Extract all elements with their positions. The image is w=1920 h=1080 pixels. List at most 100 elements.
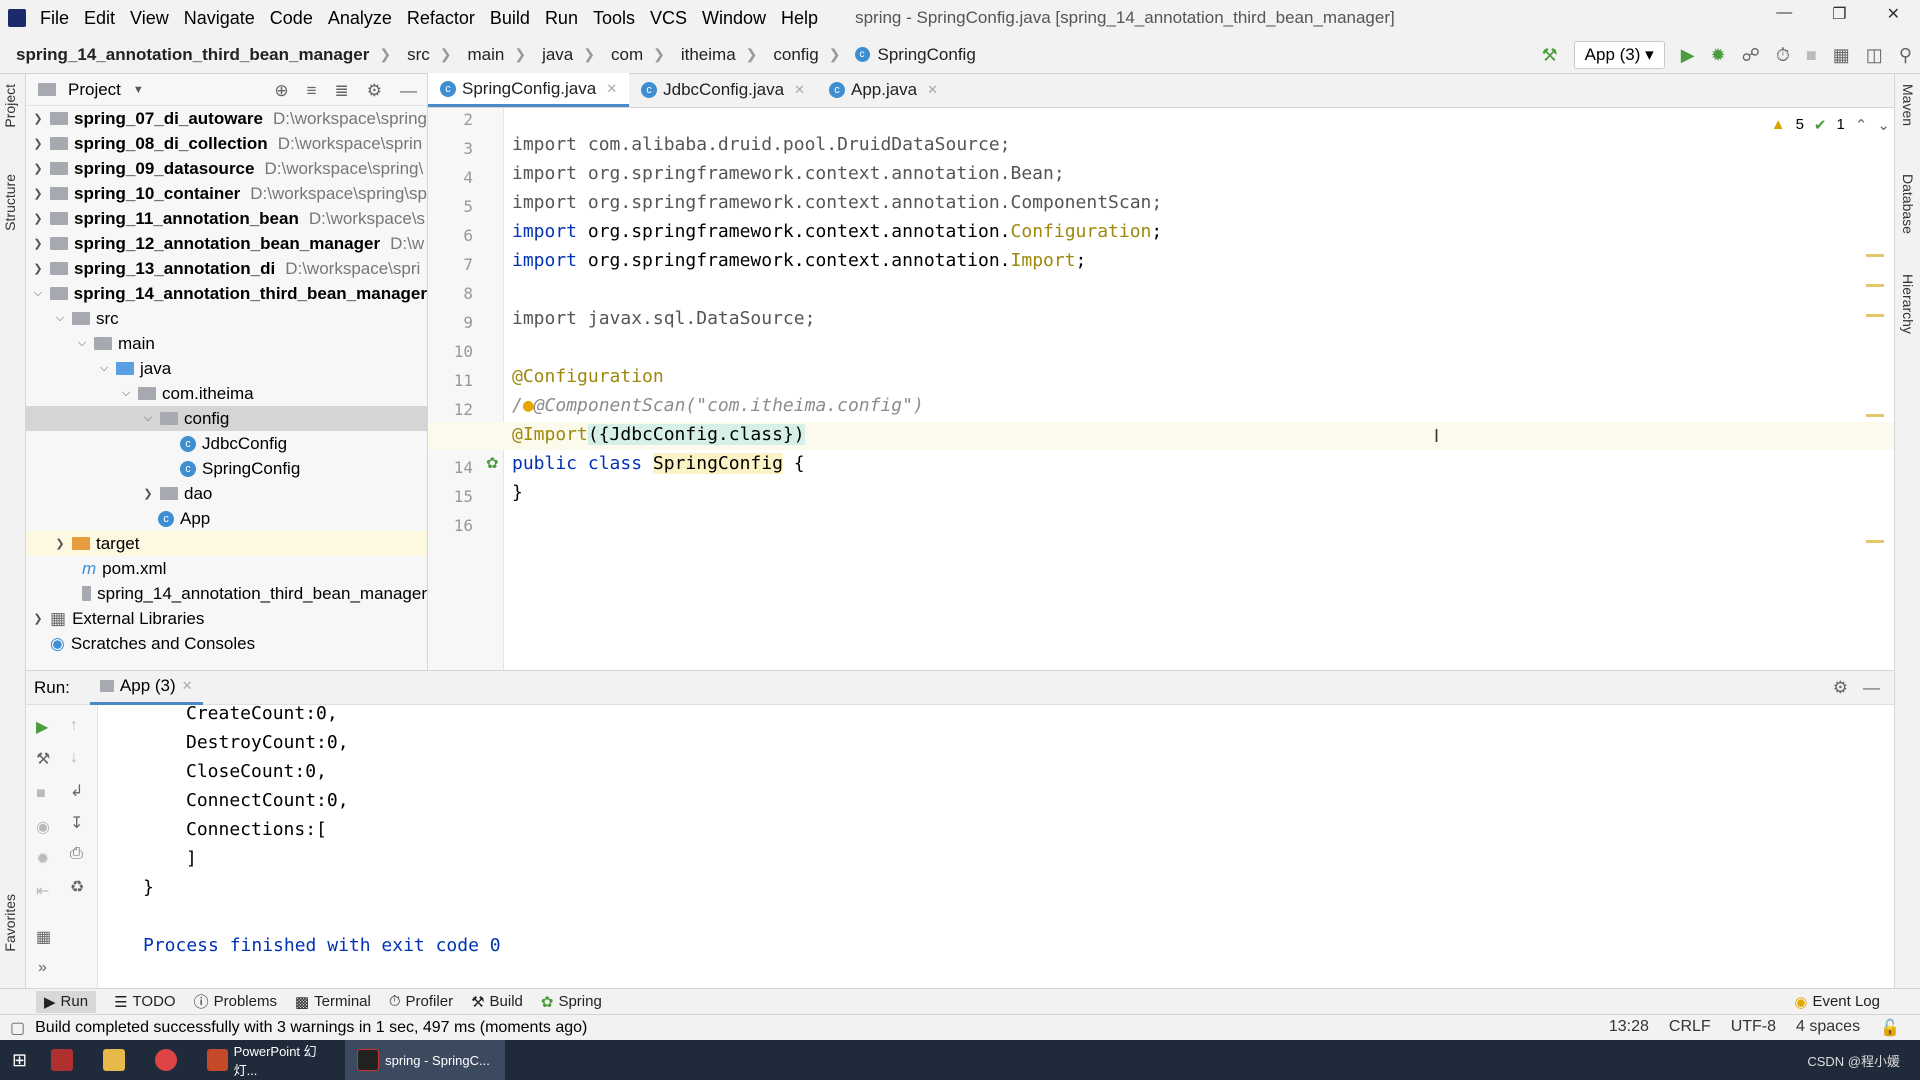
scrollbar-marker[interactable] [1866,254,1884,257]
tree-item-selected[interactable]: ⌵ config [26,406,427,431]
chevron-down-icon[interactable]: ⌵ [118,387,134,400]
console-output[interactable]: CreateCount:0, DestroyCount:0, CloseCoun… [116,703,1816,989]
menu-analyze[interactable]: Analyze [328,8,392,29]
layout-icon[interactable]: ◫ [1866,45,1883,66]
chevron-right-icon[interactable]: ❯ [30,112,46,125]
menu-edit[interactable]: Edit [84,8,115,29]
lock-icon[interactable]: 🔓 [1880,1018,1900,1038]
search-icon[interactable]: ⚲ [1899,45,1912,66]
expand-all-icon[interactable]: ≡ [307,81,317,101]
project-view-select[interactable]: Project [68,80,121,100]
breadcrumb-springconfig[interactable]: SpringConfig [878,45,976,65]
project-tool-tab[interactable]: Project [2,84,18,128]
tree-item[interactable]: ◉ Scratches and Consoles [26,631,427,656]
hierarchy-tool-tab[interactable]: Hierarchy [1900,274,1916,334]
chevron-right-icon[interactable]: ❯ [30,612,46,625]
chevron-down-icon[interactable]: ⌵ [74,337,90,350]
tool-tab-spring[interactable]: ✿ Spring [541,993,602,1011]
wrench-icon[interactable]: ⚒ [36,749,50,769]
menu-navigate[interactable]: Navigate [184,8,255,29]
chevron-right-icon[interactable]: ❯ [52,537,68,550]
status-toggle-icon[interactable]: ▢ [10,1018,25,1038]
menu-window[interactable]: Window [702,8,766,29]
tree-item[interactable]: spring_14_annotation_third_bean_manager [26,581,427,606]
menu-code[interactable]: Code [270,8,313,29]
caret-position[interactable]: 13:28 [1609,1018,1649,1038]
menu-tools[interactable]: Tools [593,8,635,29]
build-hammer-icon[interactable]: ⚒ [1542,45,1558,66]
file-encoding[interactable]: UTF-8 [1731,1018,1776,1038]
project-structure-icon[interactable]: ▦ [1833,45,1850,66]
debug-icon[interactable]: ✹ [1711,45,1726,66]
lightbulb-icon[interactable]: ● [523,395,534,416]
tab-jdbcconfig[interactable]: c JdbcConfig.java ✕ [629,73,817,107]
chevron-right-icon[interactable]: ❯ [30,262,46,275]
start-button[interactable]: ⊞ [0,1040,39,1080]
close-icon[interactable]: ✕ [927,82,938,98]
tree-item[interactable]: m pom.xml [26,556,427,581]
breadcrumb-project[interactable]: spring_14_annotation_third_bean_manager [16,45,369,65]
menu-refactor[interactable]: Refactor [407,8,475,29]
tree-item[interactable]: c SpringConfig [26,456,427,481]
tree-item[interactable]: ❯ ▦ External Libraries [26,606,427,631]
locate-icon[interactable]: ⊕ [274,81,288,101]
tool-tab-run[interactable]: ▶ Run [36,990,97,1013]
scrollbar-marker[interactable] [1866,414,1884,417]
database-tool-tab[interactable]: Database [1900,174,1916,234]
tool-tab-event-log[interactable]: ◉ Event Log [1794,993,1880,1011]
chevron-right-icon[interactable]: ❯ [30,187,46,200]
chevron-right-icon[interactable]: ❯ [30,137,46,150]
tree-item[interactable]: ⌵ src [26,306,427,331]
tab-springconfig[interactable]: c SpringConfig.java ✕ [428,73,630,107]
exit-icon[interactable]: ⇤ [36,881,49,901]
tree-item[interactable]: ❯ spring_08_di_collection D:\workspace\spr… [26,131,427,156]
menu-build[interactable]: Build [490,8,530,29]
breadcrumb-config[interactable]: config [773,45,818,65]
menu-view[interactable]: View [130,8,169,29]
taskbar-app[interactable] [39,1040,91,1080]
tree-item[interactable]: ⌵ com.itheima [26,381,427,406]
close-icon[interactable]: ✕ [794,82,805,98]
scroll-to-end-icon[interactable]: ↧ [70,813,83,833]
tree-item[interactable]: ❯ target [26,531,427,556]
trash-icon[interactable]: ♻ [70,877,84,897]
close-icon[interactable]: ✕ [606,81,617,97]
taskbar-intellij[interactable]: spring - SpringC... [345,1040,506,1080]
run-icon[interactable]: ▶ [1681,45,1695,66]
breadcrumb-java[interactable]: java [542,45,573,65]
chevron-right-icon[interactable]: ❯ [140,487,156,500]
breadcrumb-com[interactable]: com [611,45,643,65]
run-configuration-select[interactable]: App (3) ▾ [1573,41,1665,69]
line-separator[interactable]: CRLF [1669,1018,1711,1038]
breadcrumb-itheima[interactable]: itheima [681,45,736,65]
tree-item[interactable]: ❯ spring_11_annotation_bean D:\workspace\s [26,206,427,231]
soft-wrap-icon[interactable]: ↲ [70,781,83,801]
layout-icon[interactable]: ▦ [36,927,51,947]
menu-file[interactable]: File [40,8,69,29]
scrollbar-marker[interactable] [1866,284,1884,287]
tree-item[interactable]: c App [26,506,427,531]
tool-tab-problems[interactable]: ⓘ Problems [194,991,277,1012]
coverage-icon[interactable]: ☍ [1742,45,1760,66]
stop-icon[interactable]: ■ [36,785,46,803]
tree-item[interactable]: ❯ spring_13_annotation_di D:\workspace\spr… [26,256,427,281]
close-icon[interactable]: ✕ [182,678,193,694]
tree-item[interactable]: ❯ spring_07_di_autoware D:\workspace\sprin… [26,106,427,131]
taskbar-explorer[interactable] [91,1040,143,1080]
chevron-down-icon[interactable]: ▼ [133,84,144,96]
indent-setting[interactable]: 4 spaces [1796,1018,1860,1038]
tree-item[interactable]: ❯ spring_12_annotation_bean_manager D:\w [26,231,427,256]
maven-tool-tab[interactable]: Maven [1900,84,1916,126]
rerun-icon[interactable]: ▶ [36,717,48,737]
chevron-down-icon[interactable]: ⌵ [96,362,112,375]
status-message[interactable]: Build completed successfully with 3 warn… [35,1019,587,1037]
tool-tab-profiler[interactable]: ⏱ Profiler [389,993,453,1010]
bug-icon[interactable]: ✹ [36,849,49,869]
menu-help[interactable]: Help [781,8,818,29]
chevron-down-icon[interactable]: ⌵ [52,312,68,325]
tool-tab-todo[interactable]: ☰ TODO [114,993,176,1011]
collapse-all-icon[interactable]: ≣ [335,81,349,101]
tree-item[interactable]: ❯ spring_09_datasource D:\workspace\spring… [26,156,427,181]
arrow-down-icon[interactable]: ↓ [70,749,78,767]
stop-icon[interactable]: ■ [1806,45,1817,66]
